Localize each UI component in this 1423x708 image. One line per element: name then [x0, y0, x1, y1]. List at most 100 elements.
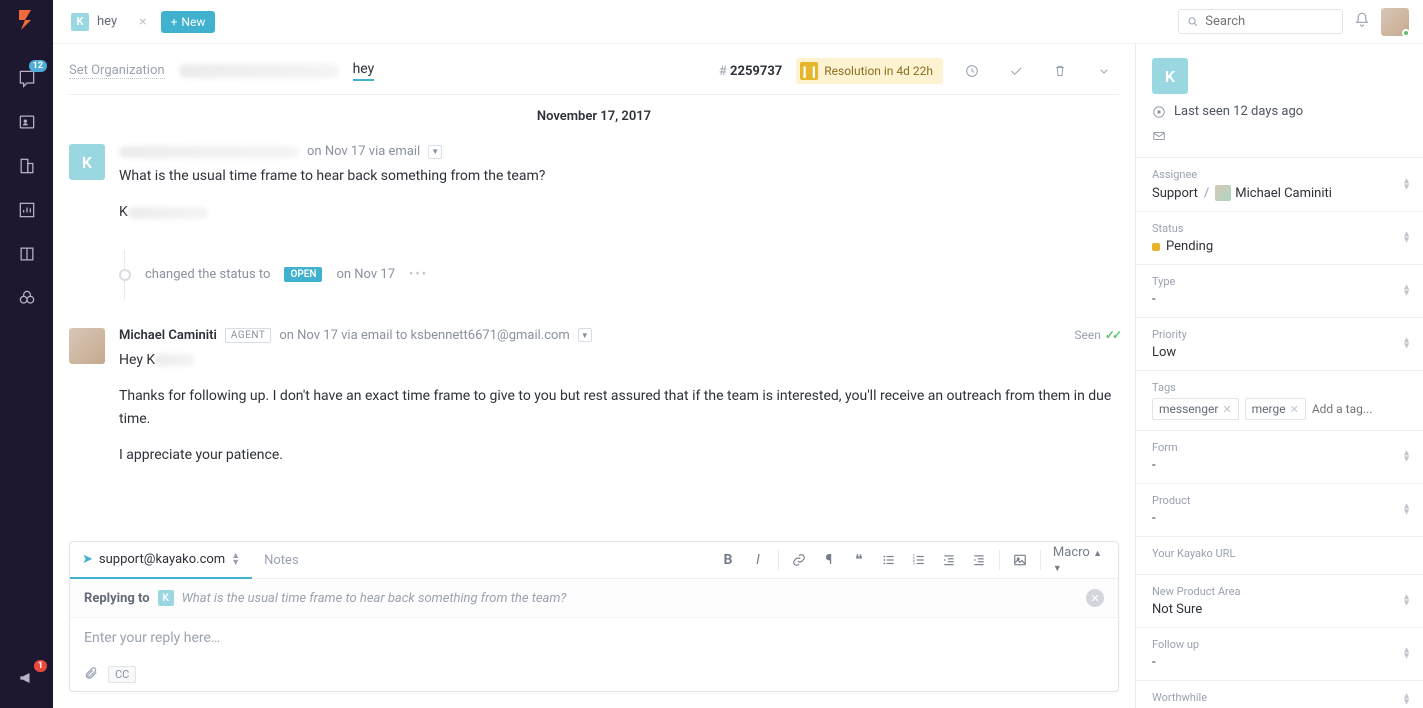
ticket-id: # 2259737 — [719, 64, 782, 79]
form-field[interactable]: Form - ▲▼ — [1136, 430, 1423, 483]
italic-button[interactable]: I — [744, 546, 772, 574]
macro-button[interactable]: Macro ▲▼ — [1047, 545, 1108, 575]
timeline-dot-icon — [119, 269, 131, 281]
topbar: K hey × + New — [53, 0, 1423, 44]
add-tag-input[interactable] — [1312, 402, 1382, 416]
tag-chip[interactable]: messenger✕ — [1152, 398, 1239, 420]
more-options-button[interactable] — [1089, 63, 1119, 79]
new-product-area-field[interactable]: New Product Area Not Sure ▲▼ — [1136, 574, 1423, 627]
agent-msg-p3: I appreciate your patience. — [119, 444, 1119, 466]
field-selector-icon[interactable]: ▲▼ — [1402, 595, 1411, 608]
resolution-label: Resolution in 4d 22h — [824, 64, 933, 78]
replying-to-text: What is the usual time frame to hear bac… — [182, 591, 1078, 606]
message-meta-text: on Nov 17 via email — [307, 144, 420, 159]
field-selector-icon[interactable]: ▲▼ — [1402, 232, 1411, 245]
message-options-dropdown[interactable]: ▼ — [578, 328, 592, 342]
clock-icon — [1152, 105, 1166, 119]
field-selector-icon[interactable]: ▲▼ — [1402, 451, 1411, 464]
customer-avatar: K — [69, 144, 105, 180]
replying-to-close-button[interactable]: ✕ — [1086, 589, 1104, 607]
reply-from-label: support@kayako.com — [99, 552, 225, 567]
requester-name-redacted — [179, 64, 339, 78]
replying-to-avatar: K — [158, 590, 174, 606]
agent-name: Michael Caminiti — [119, 328, 217, 343]
field-selector-icon[interactable]: ▲▼ — [1402, 648, 1411, 661]
tab-title-text: hey — [97, 14, 117, 29]
message-customer: K on Nov 17 via email ▼ What is the usua… — [69, 144, 1119, 238]
search-box[interactable] — [1178, 9, 1343, 34]
nav-organizations[interactable] — [0, 144, 53, 188]
app-logo[interactable] — [15, 8, 39, 32]
reply-editor: ➤ support@kayako.com ▲▼ Notes B I ¶ ❝ 12… — [69, 541, 1119, 692]
quote-button[interactable]: ❝ — [845, 546, 873, 574]
set-organization-link[interactable]: Set Organization — [69, 63, 165, 79]
activity-text-suffix: on Nov 17 — [336, 267, 395, 282]
indent-button[interactable] — [965, 546, 993, 574]
notifications-button[interactable] — [1353, 11, 1371, 33]
nav-contacts[interactable] — [0, 100, 53, 144]
requester-avatar[interactable]: K — [1152, 58, 1188, 94]
open-tab[interactable]: K hey — [63, 9, 125, 35]
kayako-url-field[interactable]: Your Kayako URL — [1136, 536, 1423, 574]
paragraph-button[interactable]: ¶ — [815, 546, 843, 574]
new-button[interactable]: + New — [161, 11, 216, 33]
name-redacted — [155, 354, 195, 366]
user-avatar-menu[interactable] — [1381, 8, 1409, 36]
tag-remove-button[interactable]: ✕ — [1290, 403, 1299, 416]
mail-icon — [1152, 129, 1166, 143]
cc-button[interactable]: CC — [108, 666, 136, 683]
type-field[interactable]: Type - ▲▼ — [1136, 264, 1423, 317]
field-selector-icon[interactable]: ▲▼ — [1402, 693, 1411, 706]
message-options-dropdown[interactable]: ▼ — [428, 145, 442, 159]
complete-button[interactable] — [1001, 63, 1031, 79]
attachment-button[interactable] — [84, 666, 98, 683]
product-field[interactable]: Product - ▲▼ — [1136, 483, 1423, 536]
assignee-field[interactable]: Assignee Support / Michael Caminiti ▲▼ — [1136, 157, 1423, 211]
signature-redacted — [128, 207, 208, 219]
agent-msg-p2: Thanks for following up. I don't have an… — [119, 385, 1119, 430]
nav-inbox[interactable]: 12 — [0, 56, 53, 100]
field-selector-icon[interactable]: ▲▼ — [1402, 338, 1411, 351]
reply-tab-notes[interactable]: Notes — [252, 543, 311, 578]
reply-textarea[interactable]: Enter your reply here… — [70, 618, 1118, 658]
nav-apps[interactable] — [0, 276, 53, 320]
unordered-list-button[interactable] — [875, 546, 903, 574]
image-button[interactable] — [1006, 546, 1034, 574]
resolution-timer-badge[interactable]: ❙❙ Resolution in 4d 22h — [796, 58, 943, 84]
nav-helpcenter[interactable] — [0, 232, 53, 276]
priority-field[interactable]: Priority Low ▲▼ — [1136, 317, 1423, 370]
status-chip-open: OPEN — [284, 267, 322, 282]
status-field[interactable]: Status Pending ▲▼ — [1136, 211, 1423, 264]
search-input[interactable] — [1205, 14, 1334, 29]
outdent-button[interactable] — [935, 546, 963, 574]
follow-up-field[interactable]: Follow up - ▲▼ — [1136, 627, 1423, 680]
nav-announcements[interactable]: 1 — [0, 656, 53, 700]
tag-chip[interactable]: merge✕ — [1245, 398, 1306, 420]
bold-button[interactable]: B — [714, 546, 742, 574]
field-selector-icon[interactable]: ▲▼ — [1402, 285, 1411, 298]
link-button[interactable] — [785, 546, 813, 574]
reply-footer: CC — [70, 658, 1118, 691]
worthwhile-field[interactable]: Worthwhile ▲▼ — [1136, 680, 1423, 708]
assignee-avatar-icon — [1215, 185, 1231, 201]
field-selector-icon[interactable]: ▲▼ — [1402, 178, 1411, 191]
customer-name-redacted — [119, 146, 299, 158]
replying-to-bar: Replying to K What is the usual time fra… — [70, 579, 1118, 618]
tab-close-button[interactable]: × — [135, 14, 150, 30]
status-change-activity: changed the status to OPEN on Nov 17 ••• — [119, 250, 1119, 300]
main-area: K hey × + New Set Organization hey — [53, 0, 1423, 708]
tag-remove-button[interactable]: ✕ — [1222, 403, 1231, 416]
ordered-list-button[interactable]: 123 — [905, 546, 933, 574]
conversation-header: Set Organization hey # 2259737 ❙❙ Resolu… — [53, 44, 1135, 94]
trash-button[interactable] — [1045, 63, 1075, 79]
activity-more-button[interactable]: ••• — [409, 267, 428, 282]
replying-to-label: Replying to — [84, 591, 150, 606]
conversation-title[interactable]: hey — [353, 61, 375, 81]
reply-tab-email[interactable]: ➤ support@kayako.com ▲▼ — [70, 542, 252, 579]
nav-reports[interactable] — [0, 188, 53, 232]
message-body-line1: What is the usual time frame to hear bac… — [119, 165, 1119, 187]
channel-selector-icon[interactable]: ▲▼ — [231, 553, 240, 566]
snooze-button[interactable] — [957, 63, 987, 79]
field-selector-icon[interactable]: ▲▼ — [1402, 504, 1411, 517]
seen-check-icon: ✓✓ — [1105, 328, 1119, 342]
